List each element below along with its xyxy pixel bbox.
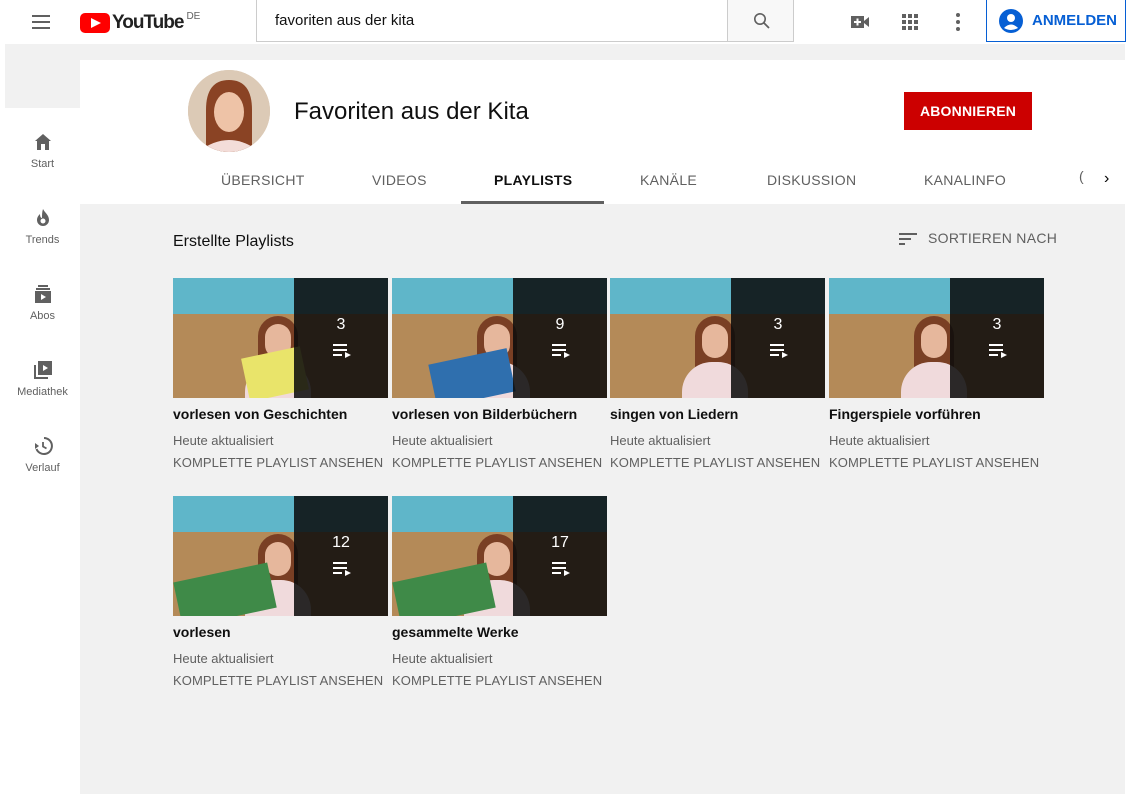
sidebar-item-label: Verlauf — [25, 462, 60, 474]
sidebar-item-start[interactable]: Start — [5, 130, 80, 190]
video-count: 3 — [773, 316, 783, 333]
playlist-thumbnail[interactable]: 17 — [392, 496, 607, 616]
sidebar-item-label: Mediathek — [17, 386, 68, 398]
signin-button[interactable]: ANMELDEN — [986, 0, 1126, 42]
playlist-updated: Heute aktualisiert — [610, 433, 711, 448]
playlist-updated: Heute aktualisiert — [392, 651, 493, 666]
playlist-card: 3 singen von Liedern Heute aktualisiert … — [610, 278, 825, 470]
playlist-title[interactable]: singen von Liedern — [610, 406, 825, 422]
playlist-title[interactable]: vorlesen von Bilderbüchern — [392, 406, 607, 422]
sidebar: Start Trends Abos Mediathek Verlauf — [5, 108, 80, 794]
active-tab-indicator — [461, 201, 604, 204]
sidebar-item-label: Trends — [25, 234, 60, 246]
video-count: 9 — [555, 316, 565, 333]
play-logo-icon — [80, 13, 110, 33]
subscribe-button[interactable]: ABONNIEREN — [904, 92, 1032, 130]
playlist-card: 12 vorlesen Heute aktualisiert KOMPLETTE… — [173, 496, 388, 688]
playlist-title[interactable]: gesammelte Werke — [392, 624, 607, 640]
library-icon — [33, 361, 52, 379]
more-vert-icon[interactable] — [946, 10, 970, 34]
chevron-right-icon[interactable]: › — [1104, 170, 1109, 188]
sidebar-top-background — [5, 44, 80, 108]
video-count: 17 — [551, 534, 569, 551]
playlist-thumbnail[interactable]: 3 — [610, 278, 825, 398]
section-title: Erstellte Playlists — [173, 233, 294, 250]
youtube-logo[interactable]: YouTube DE — [80, 11, 200, 35]
view-full-playlist-link[interactable]: KOMPLETTE PLAYLIST ANSEHEN — [392, 455, 607, 470]
playlist-thumbnail[interactable]: 12 — [173, 496, 388, 616]
playlist-thumbnail[interactable]: 3 — [173, 278, 388, 398]
signin-label: ANMELDEN — [1032, 12, 1117, 29]
subscriptions-icon — [34, 285, 51, 303]
playlist-card: 3 Fingerspiele vorführen Heute aktualisi… — [829, 278, 1044, 470]
search-button[interactable] — [727, 0, 794, 42]
channel-title: Favoriten aus der Kita — [294, 98, 529, 125]
sort-button[interactable]: SORTIEREN NACH — [898, 230, 1057, 246]
menu-icon[interactable] — [30, 11, 54, 33]
video-count: 12 — [332, 534, 350, 551]
playlist-updated: Heute aktualisiert — [829, 433, 930, 448]
history-icon — [34, 437, 53, 455]
masthead: YouTube DE ANMELDEN — [0, 0, 1129, 44]
apps-grid-icon[interactable] — [898, 10, 922, 34]
playlist-icon — [333, 344, 351, 358]
trending-icon — [36, 209, 49, 226]
playlist-title[interactable]: vorlesen von Geschichten — [173, 406, 388, 422]
sidebar-item-label: Abos — [29, 310, 56, 322]
account-icon — [999, 8, 1023, 33]
video-count: 3 — [336, 316, 346, 333]
tab-truncated[interactable]: ( — [1079, 168, 1084, 184]
view-full-playlist-link[interactable]: KOMPLETTE PLAYLIST ANSEHEN — [610, 455, 825, 470]
playlist-icon — [770, 344, 788, 358]
sort-icon — [899, 233, 917, 245]
tab-diskussion[interactable]: DISKUSSION — [767, 172, 856, 188]
search-input[interactable] — [257, 0, 715, 40]
video-count: 3 — [992, 316, 1002, 333]
tab-uebersicht[interactable]: ÜBERSICHT — [221, 172, 305, 188]
view-full-playlist-link[interactable]: KOMPLETTE PLAYLIST ANSEHEN — [173, 673, 388, 688]
playlist-thumbnail[interactable]: 3 — [829, 278, 1044, 398]
playlist-icon — [333, 562, 351, 576]
playlist-updated: Heute aktualisiert — [392, 433, 493, 448]
view-full-playlist-link[interactable]: KOMPLETTE PLAYLIST ANSEHEN — [829, 455, 1044, 470]
playlist-title[interactable]: vorlesen — [173, 624, 388, 640]
tab-videos[interactable]: VIDEOS — [372, 172, 427, 188]
playlist-card: 17 gesammelte Werke Heute aktualisiert K… — [392, 496, 607, 688]
tab-playlists[interactable]: PLAYLISTS — [494, 172, 572, 188]
sidebar-item-trends[interactable]: Trends — [5, 206, 80, 266]
playlist-card: 9 vorlesen von Bilderbüchern Heute aktua… — [392, 278, 607, 470]
sidebar-item-mediathek[interactable]: Mediathek — [5, 358, 80, 418]
playlist-title[interactable]: Fingerspiele vorführen — [829, 406, 1044, 422]
tab-kanalinfo[interactable]: KANALINFO — [924, 172, 1006, 188]
home-icon — [34, 134, 51, 150]
view-full-playlist-link[interactable]: KOMPLETTE PLAYLIST ANSEHEN — [392, 673, 607, 688]
playlist-updated: Heute aktualisiert — [173, 651, 274, 666]
playlist-icon — [552, 344, 570, 358]
sidebar-item-verlauf[interactable]: Verlauf — [5, 434, 80, 494]
logo-region: DE — [186, 10, 201, 22]
logo-text: YouTube — [112, 12, 184, 33]
playlist-updated: Heute aktualisiert — [173, 433, 274, 448]
sidebar-item-abos[interactable]: Abos — [5, 282, 80, 342]
playlist-card: 3 vorlesen von Geschichten Heute aktuali… — [173, 278, 388, 470]
playlist-thumbnail[interactable]: 9 — [392, 278, 607, 398]
sidebar-item-label: Start — [30, 158, 55, 170]
channel-header: Favoriten aus der Kita ABONNIEREN ÜBERSI… — [80, 60, 1129, 204]
view-full-playlist-link[interactable]: KOMPLETTE PLAYLIST ANSEHEN — [173, 455, 388, 470]
playlist-icon — [989, 344, 1007, 358]
search-icon — [754, 13, 770, 29]
tab-kanaele[interactable]: KANÄLE — [640, 172, 697, 188]
playlist-icon — [552, 562, 570, 576]
search-box — [256, 0, 728, 42]
channel-avatar[interactable] — [188, 70, 270, 152]
sort-label: SORTIEREN NACH — [928, 230, 1058, 246]
create-video-icon[interactable] — [848, 10, 872, 34]
